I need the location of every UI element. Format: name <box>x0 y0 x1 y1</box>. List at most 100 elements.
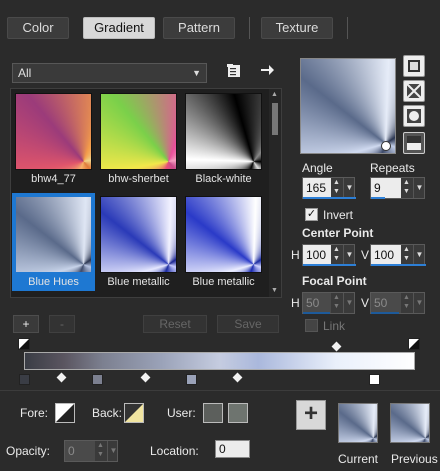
color-stop[interactable] <box>92 374 103 385</box>
location-input[interactable]: 0 <box>215 440 250 458</box>
location-label: Location: <box>150 444 199 458</box>
center-v-slider[interactable] <box>371 264 426 266</box>
focal-v-value[interactable]: 50 <box>371 293 401 313</box>
scrollbar-thumb[interactable] <box>272 103 278 135</box>
gradient-tile[interactable]: bhw-sherbet <box>97 90 180 188</box>
gradient-tile[interactable]: bhw4_77 <box>12 90 95 188</box>
gradient-tile[interactable]: Blue Hues <box>12 193 95 291</box>
focal-v-stepper-icon[interactable]: ▲ ▼ <box>401 293 412 313</box>
center-h-label: H <box>291 248 300 262</box>
tab-gradient[interactable]: Gradient <box>83 17 155 39</box>
category-dropdown[interactable]: All ▼ <box>12 63 207 83</box>
tab-texture[interactable]: Texture <box>261 17 333 39</box>
scroll-up-icon[interactable]: ▲ <box>271 91 278 98</box>
linear-gradient-icon <box>408 60 420 72</box>
list-scrollbar[interactable]: ▲ ▼ <box>269 89 281 297</box>
center-h-value[interactable]: 100 <box>303 245 331 265</box>
color-stop[interactable] <box>186 374 197 385</box>
save-button[interactable]: Save <box>217 315 279 333</box>
current-label: Current <box>338 452 379 466</box>
center-point-handle[interactable] <box>381 141 391 151</box>
linear-style-button[interactable] <box>403 55 425 77</box>
fore-color-swatch[interactable] <box>55 403 75 423</box>
opacity-midpoint[interactable] <box>331 341 342 352</box>
chevron-down-icon[interactable]: ▼ <box>413 245 425 265</box>
repeats-input[interactable]: 9 ▲ ▼ ▼ <box>370 177 425 199</box>
gradient-bar[interactable] <box>24 352 415 370</box>
center-v-value[interactable]: 100 <box>371 245 401 265</box>
color-midpoint[interactable] <box>140 372 151 383</box>
invert-checkbox[interactable]: ✓ <box>305 208 318 221</box>
rectangular-style-button[interactable] <box>403 80 425 102</box>
center-v-stepper-icon[interactable]: ▲ ▼ <box>401 245 412 265</box>
chevron-down-icon[interactable]: ▼ <box>343 178 355 198</box>
file-options-icon[interactable] <box>226 63 242 79</box>
center-h-input[interactable]: 100 ▲ ▼ ▼ <box>302 244 356 266</box>
center-v-input[interactable]: 100 ▲ ▼ ▼ <box>370 244 426 266</box>
color-stop[interactable] <box>19 374 30 385</box>
gradient-tile[interactable]: Blue metallic <box>182 193 265 291</box>
gradient-name: Blue metallic <box>192 276 255 288</box>
invert-label: Invert <box>323 208 354 222</box>
center-h-stepper-icon[interactable]: ▲ ▼ <box>331 245 342 265</box>
tab-color[interactable]: Color <box>7 17 69 39</box>
gradient-preview[interactable] <box>300 58 396 154</box>
focal-v-label: V <box>361 296 370 310</box>
angle-slider[interactable] <box>303 197 356 199</box>
focal-v-slider[interactable] <box>371 312 399 314</box>
angle-stepper-icon[interactable]: ▲ ▼ <box>331 178 342 198</box>
color-stop[interactable] <box>369 374 380 385</box>
gradient-tile[interactable]: Blue metallic <box>97 193 180 291</box>
scroll-down-icon[interactable]: ▼ <box>271 287 278 294</box>
rectangular-gradient-icon <box>406 83 422 99</box>
chevron-down-icon[interactable]: ▼ <box>413 178 425 198</box>
color-midpoint[interactable] <box>56 372 67 383</box>
chevron-down-icon[interactable]: ▼ <box>107 441 119 461</box>
focal-v-input[interactable]: 50 ▲ ▼ ▼ <box>370 292 425 314</box>
angle-value[interactable]: 165 <box>303 178 331 198</box>
opacity-input[interactable]: 0 ▲ ▼ ▼ <box>64 440 118 462</box>
back-color-swatch[interactable] <box>124 403 144 423</box>
user-color-swatch-2[interactable] <box>228 403 248 423</box>
opacity-value[interactable]: 0 <box>65 441 95 461</box>
previous-swatch[interactable] <box>390 403 430 443</box>
focal-h-input[interactable]: 50 ▲ ▼ ▼ <box>302 292 355 314</box>
angle-input[interactable]: 165 ▲ ▼ ▼ <box>302 177 356 199</box>
chevron-down-icon[interactable]: ▼ <box>343 293 355 313</box>
add-to-library-button[interactable]: + <box>296 400 326 430</box>
chevron-down-icon[interactable]: ▼ <box>343 245 355 265</box>
chevron-down-icon[interactable]: ▼ <box>413 293 425 313</box>
add-gradient-button[interactable]: + <box>13 315 39 333</box>
link-checkbox[interactable] <box>305 319 318 332</box>
radial-style-button[interactable] <box>403 105 425 127</box>
repeats-slider[interactable] <box>371 197 385 199</box>
current-swatch[interactable] <box>338 403 378 443</box>
center-h-slider[interactable] <box>303 264 356 266</box>
center-point-label: Center Point <box>302 226 374 240</box>
arrow-right-icon[interactable] <box>259 62 275 78</box>
focal-h-stepper-icon[interactable]: ▲ ▼ <box>331 293 342 313</box>
user-color-swatch-1[interactable] <box>203 403 223 423</box>
back-swatch-icon <box>125 404 143 422</box>
remove-gradient-button[interactable]: - <box>49 315 75 333</box>
sunburst-style-button[interactable] <box>403 132 425 154</box>
focal-h-label: H <box>291 296 300 310</box>
gradient-thumbnail <box>185 196 262 273</box>
reset-button[interactable]: Reset <box>143 315 207 333</box>
tab-pattern[interactable]: Pattern <box>163 17 235 39</box>
gradient-tile[interactable]: Black-white <box>182 90 265 188</box>
opacity-stop-icon[interactable] <box>408 338 420 350</box>
opacity-stepper-icon[interactable]: ▲ ▼ <box>95 441 106 461</box>
repeats-stepper-icon[interactable]: ▲ ▼ <box>401 178 412 198</box>
repeats-value[interactable]: 9 <box>371 178 401 198</box>
opacity-stop-icon[interactable] <box>18 338 30 350</box>
focal-h-slider[interactable] <box>303 312 330 314</box>
back-label: Back: <box>92 406 123 420</box>
focal-h-value[interactable]: 50 <box>303 293 331 313</box>
focal-point-label: Focal Point <box>302 274 367 288</box>
current-gradient-thumbnail <box>339 404 377 442</box>
color-midpoint[interactable] <box>232 372 243 383</box>
gradient-list[interactable]: bhw4_77 bhw-sherbet Black-white Blue Hue… <box>10 88 282 298</box>
gradient-name: Blue metallic <box>107 276 170 288</box>
user-label: User: <box>167 406 196 420</box>
